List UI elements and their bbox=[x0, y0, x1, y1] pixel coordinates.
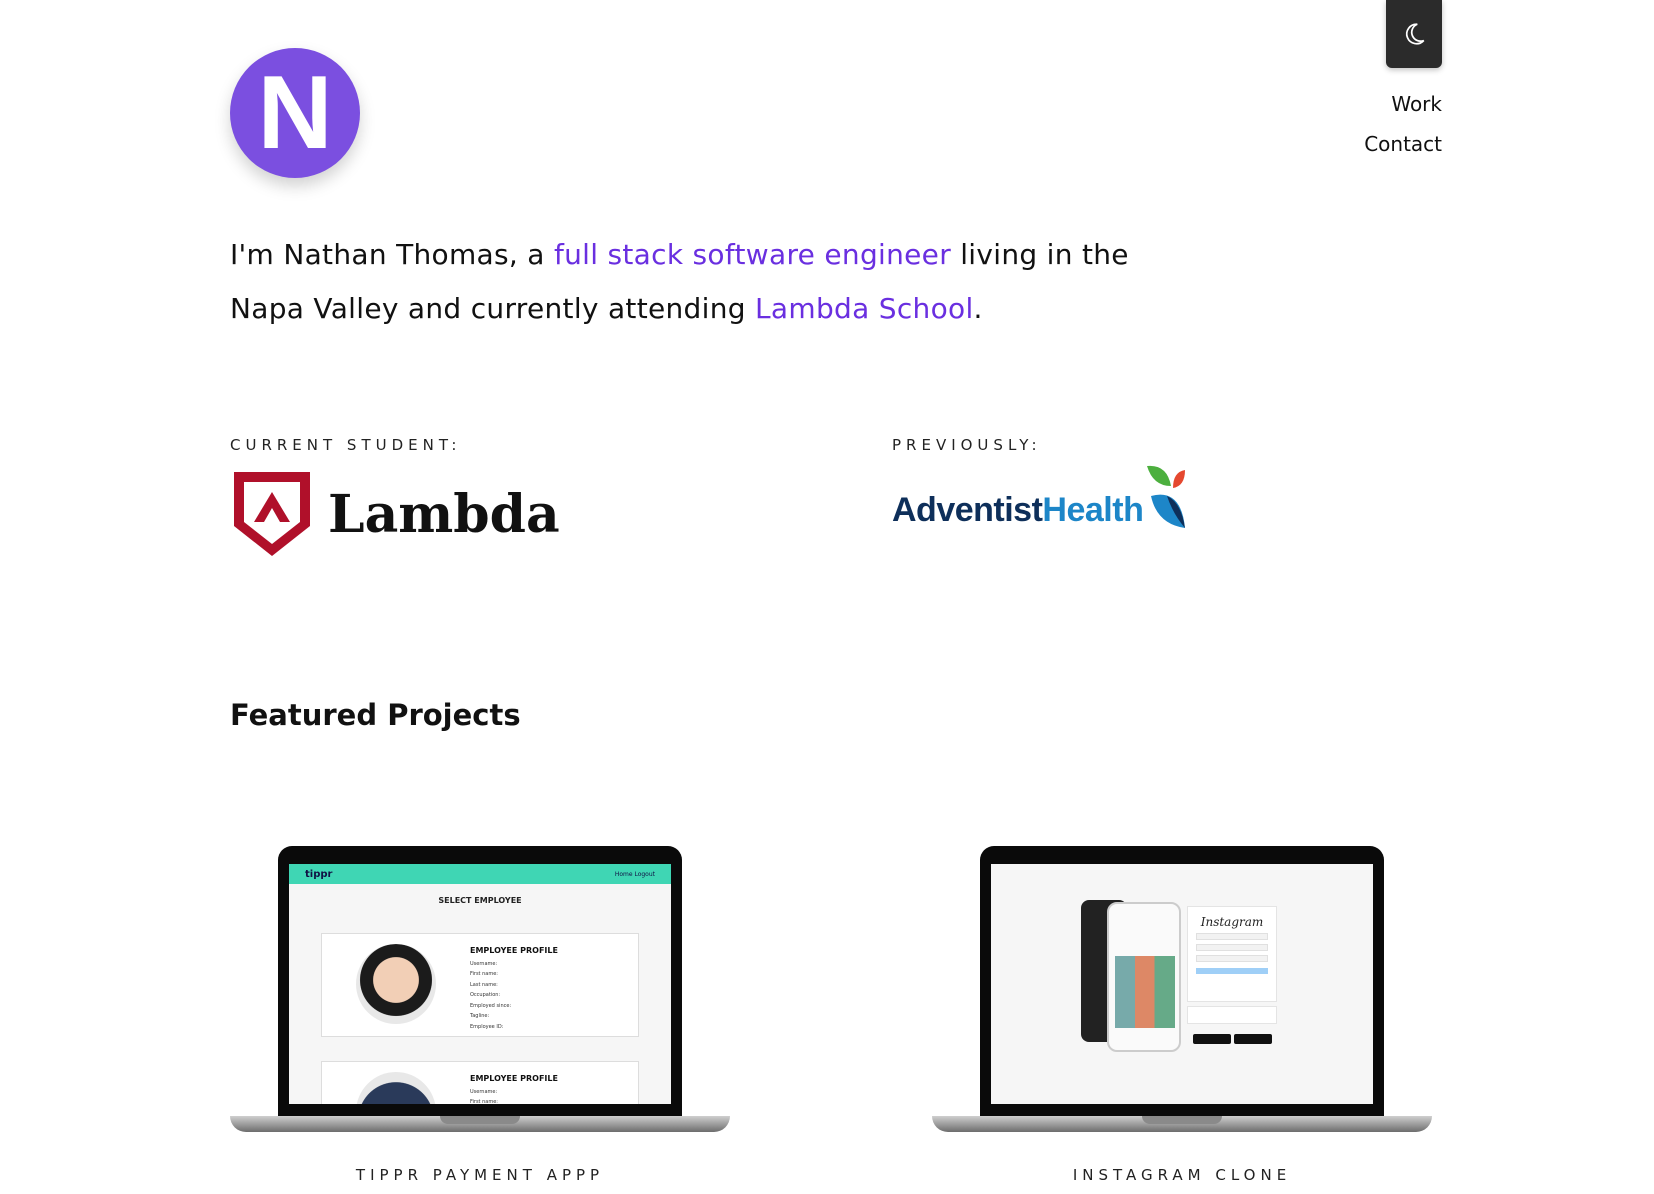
nav-work-link[interactable]: Work bbox=[1364, 84, 1442, 124]
leaf-icon bbox=[1147, 465, 1186, 528]
app-store-badge bbox=[1193, 1034, 1231, 1044]
instagram-screenshot: Instagram bbox=[991, 864, 1373, 1104]
moon-icon bbox=[1405, 23, 1425, 45]
employee-info: EMPLOYEE PROFILE Username: First name: L… bbox=[470, 946, 558, 1032]
lambda-logo-text: Lambda bbox=[328, 483, 560, 545]
project-caption-tippr[interactable]: TIPPR PAYMENT APPP bbox=[230, 1166, 730, 1184]
lambda-school-link[interactable]: Lambda School bbox=[755, 292, 974, 325]
instagram-wordmark: Instagram bbox=[1200, 915, 1264, 929]
avatar bbox=[356, 1072, 436, 1104]
theme-toggle-button[interactable] bbox=[1386, 0, 1442, 68]
instagram-mockup: Instagram bbox=[1081, 900, 1291, 1060]
login-button bbox=[1196, 968, 1268, 974]
tippr-heading: SELECT EMPLOYEE bbox=[438, 896, 522, 905]
login-field bbox=[1196, 955, 1268, 962]
employee-card-heading: EMPLOYEE PROFILE bbox=[470, 1074, 558, 1083]
laptop-notch bbox=[440, 1116, 520, 1124]
avatar bbox=[356, 944, 436, 1024]
site-logo[interactable]: N bbox=[230, 48, 360, 178]
lambda-logo[interactable]: Lambda bbox=[232, 470, 560, 558]
tippr-brand: tippr bbox=[305, 868, 333, 880]
featured-projects-title: Featured Projects bbox=[230, 698, 521, 732]
nav-contact-link[interactable]: Contact bbox=[1364, 124, 1442, 164]
laptop-notch bbox=[1142, 1116, 1222, 1124]
laptop-lid: tippr Home Logout SELECT EMPLOYEE EMPLOY… bbox=[278, 846, 682, 1118]
employee-field: First name: bbox=[470, 1099, 498, 1104]
login-field bbox=[1196, 944, 1268, 951]
laptop-lid: Instagram bbox=[980, 846, 1384, 1118]
employee-field: Tagline: bbox=[470, 1013, 490, 1019]
tippr-screenshot: tippr Home Logout SELECT EMPLOYEE EMPLOY… bbox=[289, 864, 671, 1104]
employee-field: Last name: bbox=[470, 981, 498, 988]
phone-front bbox=[1107, 902, 1181, 1052]
tippr-header: tippr Home Logout bbox=[289, 864, 671, 884]
photo-grid bbox=[1115, 956, 1175, 1028]
adventist-logo-text: Adventist bbox=[892, 491, 1043, 529]
employee-field: Username: bbox=[470, 1088, 498, 1095]
full-stack-link[interactable]: full stack software engineer bbox=[554, 238, 951, 271]
employee-card: EMPLOYEE PROFILE Username: First name: L… bbox=[321, 933, 639, 1037]
intro-text-3: . bbox=[973, 292, 983, 325]
employee-field: First name: bbox=[470, 971, 498, 977]
employee-field: Username: bbox=[470, 960, 498, 967]
employee-field: Employed since: bbox=[470, 1002, 512, 1009]
signup-card bbox=[1187, 1006, 1277, 1024]
employee-info: EMPLOYEE PROFILE Username: First name: bbox=[470, 1074, 558, 1104]
lambda-shield-icon bbox=[234, 472, 310, 556]
employee-card-heading: EMPLOYEE PROFILE bbox=[470, 946, 558, 955]
adventist-health-logo[interactable]: Adventist Health bbox=[892, 462, 1187, 530]
login-field bbox=[1196, 933, 1268, 940]
tippr-nav: Home Logout bbox=[614, 870, 655, 878]
previously-label: PREVIOUSLY: bbox=[892, 436, 1042, 454]
intro-text-1: I'm Nathan Thomas, a bbox=[230, 238, 554, 271]
main-nav: Work Contact bbox=[1364, 84, 1442, 164]
current-student-label: CURRENT STUDENT: bbox=[230, 436, 462, 454]
login-card: Instagram bbox=[1187, 906, 1277, 1002]
project-caption-instagram[interactable]: INSTAGRAM CLONE bbox=[932, 1166, 1432, 1184]
employee-field: Occupation: bbox=[470, 992, 501, 998]
health-logo-text: Health bbox=[1042, 491, 1144, 529]
google-play-badge bbox=[1234, 1034, 1272, 1044]
logo-letter: N bbox=[257, 55, 333, 171]
intro-paragraph: I'm Nathan Thomas, a full stack software… bbox=[230, 228, 1150, 336]
app-store-badges bbox=[1193, 1034, 1272, 1044]
employee-field: Employee ID: bbox=[470, 1023, 504, 1030]
employee-card: EMPLOYEE PROFILE Username: First name: bbox=[321, 1061, 639, 1104]
